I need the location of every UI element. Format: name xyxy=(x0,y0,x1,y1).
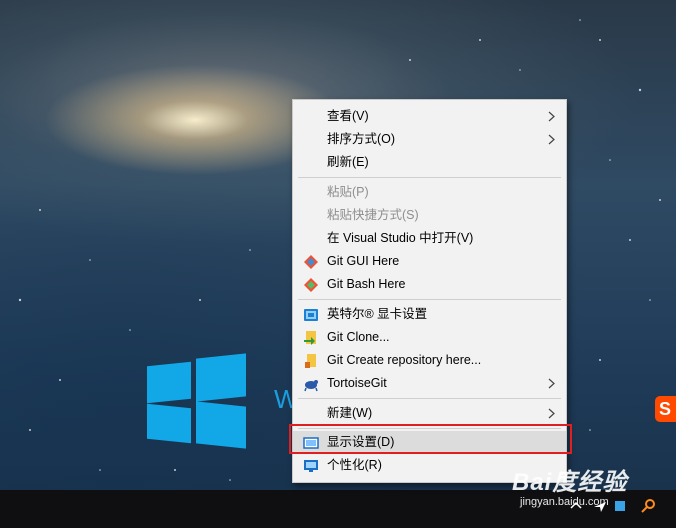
menu-item-intel-graphics-settings[interactable]: 英特尔® 显卡设置 xyxy=(293,303,566,326)
watermark-url: jingyan.baidu.com xyxy=(520,496,609,508)
menu-item-new[interactable]: 新建(W) xyxy=(293,402,566,425)
search-icon[interactable] xyxy=(640,498,656,514)
menu-item-label: 英特尔® 显卡设置 xyxy=(327,307,428,321)
git-create-repo-icon xyxy=(305,354,316,368)
network-icon[interactable] xyxy=(612,498,628,514)
intel-graphics-icon xyxy=(304,309,318,321)
menu-item-label: Git Bash Here xyxy=(327,277,406,291)
personalize-icon xyxy=(304,460,318,472)
git-bash-icon xyxy=(304,278,318,292)
baidu-jingyan-watermark: Bai度经验 jingyan.baidu.com xyxy=(512,462,628,508)
git-gui-icon xyxy=(304,255,318,269)
menu-item-label: TortoiseGit xyxy=(327,376,387,390)
menu-separator xyxy=(298,398,561,399)
menu-item-git-clone[interactable]: Git Clone... xyxy=(293,326,566,349)
menu-item-label: 查看(V) xyxy=(327,109,369,123)
highlight-annotation-box xyxy=(289,424,572,454)
tortoisegit-icon xyxy=(304,380,318,392)
chevron-right-icon xyxy=(548,408,555,419)
menu-item-paste-shortcut: 粘贴快捷方式(S) xyxy=(293,204,566,227)
chevron-right-icon xyxy=(548,134,555,145)
menu-item-paste: 粘贴(P) xyxy=(293,181,566,204)
chevron-right-icon xyxy=(548,111,555,122)
menu-item-label: 粘贴快捷方式(S) xyxy=(327,208,419,222)
menu-item-sort-by[interactable]: 排序方式(O) xyxy=(293,128,566,151)
menu-item-open-in-visual-studio[interactable]: 在 Visual Studio 中打开(V) xyxy=(293,227,566,250)
menu-item-label: Git GUI Here xyxy=(327,254,400,268)
menu-item-label: 新建(W) xyxy=(327,406,373,420)
menu-item-git-bash-here[interactable]: Git Bash Here xyxy=(293,273,566,296)
menu-item-refresh[interactable]: 刷新(E) xyxy=(293,151,566,174)
menu-separator xyxy=(298,299,561,300)
menu-item-label: Git Create repository here... xyxy=(327,353,482,367)
menu-item-label: 粘贴(P) xyxy=(327,185,369,199)
menu-item-label: 在 Visual Studio 中打开(V) xyxy=(327,231,474,245)
menu-item-git-create-repository[interactable]: Git Create repository here... xyxy=(293,349,566,372)
menu-item-label: Git Clone... xyxy=(327,330,390,344)
git-clone-icon xyxy=(304,331,316,345)
chevron-right-icon xyxy=(548,378,555,389)
windows-logo xyxy=(147,353,247,449)
menu-item-git-gui-here[interactable]: Git GUI Here xyxy=(293,250,566,273)
menu-item-label: 刷新(E) xyxy=(327,155,369,169)
menu-item-tortoisegit[interactable]: TortoiseGit xyxy=(293,372,566,395)
menu-item-label: 排序方式(O) xyxy=(327,132,396,146)
watermark-logo-text: Bai度经验 xyxy=(512,469,628,496)
sogou-ime-icon[interactable]: S xyxy=(655,396,676,422)
menu-item-view[interactable]: 查看(V) xyxy=(293,105,566,128)
menu-separator xyxy=(298,177,561,178)
menu-item-label: 个性化(R) xyxy=(327,458,382,472)
